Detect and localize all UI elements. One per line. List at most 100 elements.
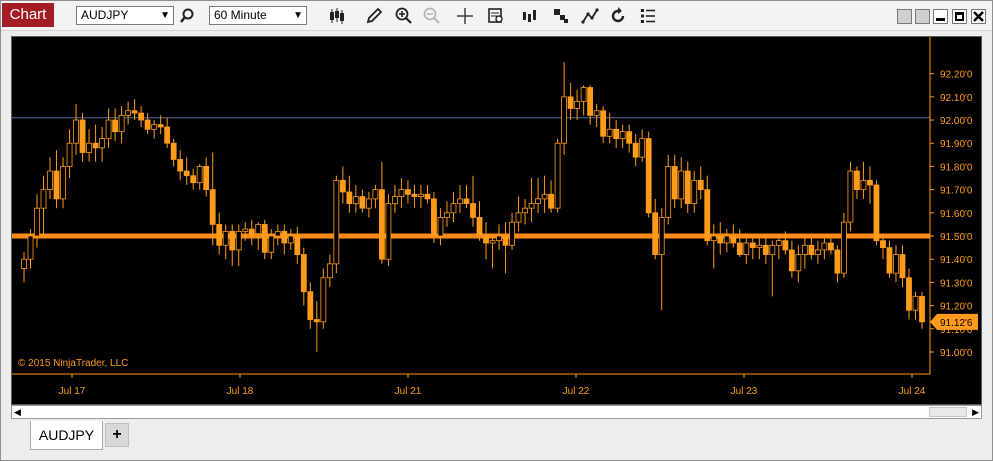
candle — [736, 229, 743, 257]
indicators-icon[interactable] — [520, 6, 540, 26]
pencil-icon[interactable] — [364, 6, 384, 26]
candle — [912, 291, 919, 320]
candle — [476, 201, 483, 241]
candle-body — [756, 244, 763, 249]
minimize-icon — [936, 18, 945, 21]
chart-panel[interactable]: 92.20'0 92.10'0 92.00'0 91.90'0 91.80'0 91.70… — [11, 36, 982, 405]
candle — [821, 236, 828, 260]
price-tick-label: 91.20'0 — [940, 302, 973, 313]
data-box-icon[interactable] — [486, 6, 506, 26]
candle-body — [405, 189, 411, 195]
candle — [645, 131, 652, 218]
candle-body — [86, 142, 92, 153]
candle — [164, 117, 171, 148]
candle-body — [782, 240, 789, 251]
candle — [47, 157, 53, 199]
candle-body — [496, 235, 502, 242]
candle — [144, 113, 151, 134]
candle-body — [723, 235, 730, 244]
zoom-out-icon[interactable] — [422, 6, 442, 26]
interval-selector[interactable]: 60 Minute ▼ — [209, 6, 307, 25]
time-tick-label: Jul 23 — [731, 386, 758, 397]
price-chart[interactable]: 92.20'0 92.10'0 92.00'0 91.90'0 91.80'0 91.70… — [12, 37, 981, 404]
crosshair-icon[interactable] — [455, 6, 475, 26]
candle-body — [242, 228, 249, 232]
strategies-icon[interactable] — [551, 6, 571, 26]
candle-body — [671, 166, 678, 200]
candle-body — [261, 224, 268, 253]
link-button[interactable] — [897, 9, 912, 24]
candle-body — [313, 319, 320, 323]
candle-body — [847, 170, 854, 223]
candle-body — [906, 277, 912, 311]
candle — [795, 245, 802, 283]
add-tab-button[interactable]: + — [105, 423, 129, 447]
drawing-tools-icon[interactable] — [580, 6, 600, 26]
price-tick-label: 92.20'0 — [940, 70, 973, 81]
candle — [411, 184, 418, 209]
chevron-down-icon: ▼ — [160, 10, 170, 21]
minimize-button[interactable] — [933, 9, 948, 24]
scrollbar-thumb[interactable] — [929, 407, 967, 417]
candle — [717, 222, 724, 255]
candle — [300, 247, 307, 306]
candle-body — [125, 110, 132, 116]
candle — [483, 222, 489, 260]
candle — [762, 236, 769, 264]
candle — [639, 129, 646, 162]
candle-body — [392, 196, 398, 204]
candle-body — [268, 235, 275, 253]
candle-body — [476, 217, 483, 237]
reload-icon[interactable] — [608, 6, 628, 26]
candle — [561, 62, 568, 155]
candle — [860, 161, 867, 199]
candle — [743, 236, 750, 264]
candle-body — [684, 170, 691, 204]
chevron-down-icon: ▼ — [293, 10, 303, 21]
candle — [73, 103, 79, 155]
candle-body — [600, 110, 607, 137]
price-tick-label: 91.50'0 — [940, 232, 973, 243]
candle — [580, 85, 587, 116]
candle — [665, 154, 672, 225]
candle — [906, 268, 912, 320]
candle-body — [834, 249, 841, 274]
instrument-link-button[interactable] — [915, 9, 930, 24]
candle-body — [528, 203, 535, 209]
candle — [183, 157, 190, 185]
candle-body — [372, 189, 379, 200]
instrument-selector[interactable]: AUDJPY ▼ — [76, 6, 174, 25]
candle — [34, 194, 40, 248]
last-price-label: 91.12'6 — [940, 318, 973, 329]
candle — [444, 201, 450, 227]
candle — [287, 229, 294, 250]
candle — [489, 236, 496, 269]
candle-body — [112, 119, 119, 133]
candle — [697, 166, 704, 199]
tab-audjpy[interactable]: AUDJPY — [30, 421, 103, 450]
candle-body — [27, 235, 34, 260]
scroll-right-arrow-icon[interactable]: ▶ — [972, 407, 979, 418]
bar-type-icon[interactable] — [327, 6, 347, 26]
properties-icon[interactable] — [638, 6, 658, 26]
candles — [21, 62, 925, 352]
maximize-icon — [955, 12, 964, 21]
horizontal-scrollbar[interactable]: ◀ ▶ — [11, 405, 982, 419]
search-icon[interactable] — [177, 6, 197, 26]
maximize-button[interactable] — [952, 9, 967, 24]
candle-body — [151, 124, 158, 130]
candle — [684, 161, 691, 213]
close-button[interactable] — [971, 9, 986, 24]
scroll-left-arrow-icon[interactable]: ◀ — [14, 407, 21, 418]
price-tick-label: 92.10'0 — [940, 93, 973, 104]
candle — [691, 171, 698, 213]
candle-body — [795, 254, 802, 272]
candle-body — [593, 110, 600, 116]
candle-body — [801, 244, 808, 255]
candle-body — [522, 207, 528, 214]
time-tick-label: Jul 24 — [899, 386, 926, 397]
candle-body — [743, 242, 750, 255]
time-axis[interactable]: Jul 17 Jul 18 Jul 21 Jul 22 Jul 23 Jul 24 — [59, 374, 926, 397]
zoom-in-icon[interactable] — [394, 6, 414, 26]
candle-body — [73, 119, 79, 144]
